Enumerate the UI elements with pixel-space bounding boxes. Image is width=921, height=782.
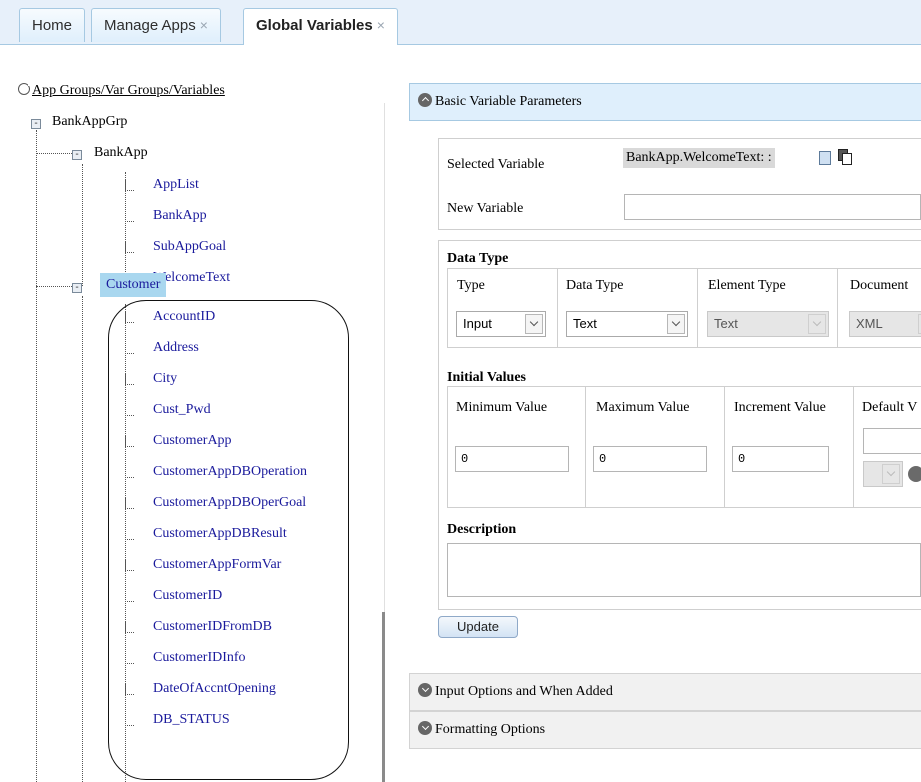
default-value-label: Default V	[862, 400, 918, 415]
tree-connector	[125, 242, 134, 253]
collapse-icon[interactable]: -	[31, 119, 41, 129]
type-label: Type	[457, 278, 485, 293]
tree-connector	[82, 164, 83, 286]
minimum-value-input[interactable]: 0	[455, 446, 569, 472]
default-value-select	[863, 461, 903, 487]
data-type-title: Data Type	[447, 251, 509, 266]
new-variable-label: New Variable	[447, 201, 524, 216]
divider	[837, 268, 838, 348]
tab-global-variables[interactable]: Global Variables ×	[243, 8, 398, 45]
update-button[interactable]: Update	[438, 616, 518, 638]
chevron-down-icon	[667, 314, 685, 334]
document-icon[interactable]	[819, 151, 831, 165]
tab-manage-apps[interactable]: Manage Apps ×	[91, 8, 221, 42]
basic-parameters-title: Basic Variable Parameters	[435, 94, 582, 109]
tab-global-variables-label: Global Variables	[256, 17, 373, 34]
tab-home-label: Home	[32, 17, 73, 34]
tree-item-bankapp[interactable]: BankApp	[153, 208, 207, 224]
reset-icon[interactable]	[908, 466, 921, 482]
tab-bar: Home Manage Apps × Global Variables ×	[0, 0, 921, 45]
divider	[447, 268, 448, 348]
selected-variable-label: Selected Variable	[447, 157, 545, 172]
tab-home[interactable]: Home	[19, 8, 86, 42]
maximum-value-input[interactable]: 0	[593, 446, 707, 472]
formatting-options-title: Formatting Options	[435, 722, 546, 737]
tree-connector	[36, 130, 37, 782]
divider	[447, 268, 921, 269]
scrollbar-thumb[interactable]	[382, 612, 385, 782]
divider	[724, 386, 725, 508]
collapse-icon[interactable]: -	[72, 150, 82, 160]
divider	[557, 268, 558, 348]
divider	[697, 268, 698, 348]
description-textarea[interactable]	[447, 543, 921, 597]
element-type-label: Element Type	[708, 278, 786, 293]
minimum-value-label: Minimum Value	[456, 400, 548, 415]
expand-icon	[418, 721, 432, 735]
tree-group-bankappgrp[interactable]: BankAppGrp	[52, 114, 127, 130]
divider	[585, 386, 586, 508]
type-select-value: Input	[463, 316, 492, 331]
initial-values-title: Initial Values	[447, 370, 526, 385]
divider	[447, 347, 921, 348]
collapse-icon	[418, 93, 432, 107]
tree-root-link[interactable]: App Groups/Var Groups/Variables	[32, 83, 225, 98]
element-type-select: Text	[707, 311, 829, 337]
input-options-header[interactable]: Input Options and When Added	[409, 673, 921, 711]
tree-connector	[125, 172, 126, 272]
document-select-value: XML	[856, 316, 883, 331]
tree-connector	[36, 286, 72, 287]
divider	[447, 386, 921, 387]
chevron-down-icon	[808, 314, 826, 334]
divider	[447, 386, 448, 508]
tree-connector	[125, 211, 134, 222]
divider	[447, 507, 921, 508]
tree-connector	[82, 296, 83, 782]
tree-connector	[36, 153, 72, 154]
document-select: XML	[849, 311, 921, 337]
chevron-down-icon	[525, 314, 543, 334]
highlight-callout	[108, 300, 349, 780]
close-icon[interactable]: ×	[200, 17, 208, 33]
chevron-down-icon	[882, 464, 900, 484]
data-type-label: Data Type	[566, 278, 624, 293]
tree-connector	[125, 180, 134, 191]
selected-variable-value: BankApp.WelcomeText: :	[623, 148, 775, 168]
new-variable-input[interactable]	[624, 194, 921, 220]
tree-root: App Groups/Var Groups/Variables	[18, 82, 225, 99]
expand-icon	[418, 683, 432, 697]
formatting-options-header[interactable]: Formatting Options	[409, 711, 921, 749]
data-type-select-value: Text	[573, 316, 597, 331]
data-type-select[interactable]: Text	[566, 311, 688, 337]
copy-icon[interactable]	[838, 149, 852, 165]
increment-value-label: Increment Value	[734, 400, 826, 415]
default-value-input[interactable]	[863, 428, 921, 454]
tree-item-applist[interactable]: AppList	[153, 177, 199, 193]
tab-manage-apps-label: Manage Apps	[104, 17, 196, 34]
basic-parameters-header[interactable]: Basic Variable Parameters	[409, 83, 921, 121]
document-label: Document	[850, 278, 909, 293]
tree-group-bankapp[interactable]: BankApp	[94, 145, 148, 161]
element-type-select-value: Text	[714, 316, 738, 331]
tree-item-subappgoal[interactable]: SubAppGoal	[153, 239, 226, 255]
divider	[853, 386, 854, 508]
description-title: Description	[447, 522, 517, 537]
close-icon[interactable]: ×	[377, 17, 385, 33]
input-options-title: Input Options and When Added	[435, 684, 613, 699]
collapse-icon[interactable]: -	[72, 283, 82, 293]
refresh-icon[interactable]	[18, 82, 32, 95]
type-select[interactable]: Input	[456, 311, 546, 337]
increment-value-input[interactable]: 0	[732, 446, 829, 472]
tree-group-customer[interactable]: Customer	[100, 273, 167, 297]
maximum-value-label: Maximum Value	[596, 400, 690, 415]
